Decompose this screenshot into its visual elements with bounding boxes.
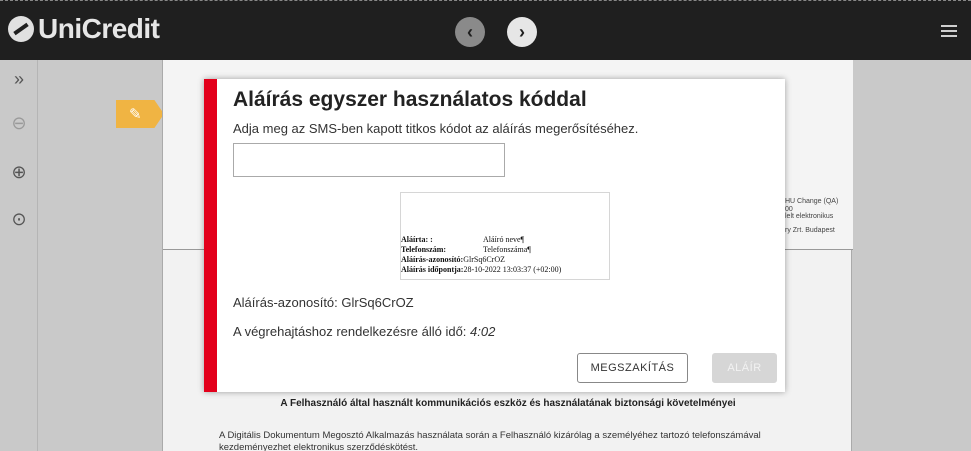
doc-side-text: ry Zrt. Budapest	[785, 227, 835, 234]
dialog-title: Aláírás egyszer használatos kóddal	[233, 88, 587, 111]
document-paragraph: A Digitális Dokumentum Megosztó Alkalmaz…	[219, 430, 761, 451]
sms-code-input[interactable]	[233, 143, 505, 177]
remaining-time-line: A végrehajtáshoz rendelkezésre álló idő:…	[233, 324, 495, 339]
signature-row: Telefonszám: Telefonszáma¶	[401, 245, 531, 254]
remaining-time-value: 4:02	[470, 324, 496, 339]
doc-side-text: lelt elektronikus	[785, 213, 834, 220]
signature-row-key: Aláírta: :	[401, 235, 433, 244]
unicredit-logo-icon	[8, 16, 34, 42]
otp-signature-dialog: Aláírás egyszer használatos kóddal Adja …	[204, 79, 785, 392]
sign-button[interactable]: ALÁÍR	[712, 353, 777, 383]
dialog-accent-bar	[204, 79, 217, 392]
sign-marker-badge[interactable]: ✎	[116, 100, 164, 128]
top-bar: UniCredit ‹ ›	[0, 0, 971, 60]
signature-row: Aláírta: : Aláíró neve¶	[401, 235, 524, 244]
zoom-reset-icon[interactable]: ⊙	[8, 208, 30, 230]
left-toolbar: » ⊖ ⊕ ⊙	[0, 60, 38, 451]
signature-row-value: GlrSq6CrOZ	[463, 255, 505, 264]
next-page-button[interactable]: ›	[507, 17, 537, 47]
signature-row: Aláírás időpontja:28-10-2022 13:03:37 (+…	[401, 265, 561, 274]
signature-row-value: 28-10-2022 13:03:37 (+02:00)	[463, 265, 562, 274]
signature-row-key: Aláírás-azonosító:	[401, 255, 464, 264]
document-section-heading: A Felhasználó által használt kommunikáci…	[280, 398, 736, 409]
chevron-right-icon: ›	[519, 21, 525, 42]
dialog-subtitle: Adja meg az SMS-ben kapott titkos kódot …	[233, 121, 639, 136]
doc-side-text: 00	[785, 206, 793, 213]
doc-side-text: HU Change (QA)	[785, 198, 839, 205]
expand-sidebar-icon[interactable]: »	[8, 68, 30, 90]
unicredit-logo: UniCredit	[8, 13, 160, 45]
logo-text: UniCredit	[38, 13, 160, 44]
remaining-time-label: A végrehajtáshoz rendelkezésre álló idő:	[233, 324, 471, 339]
signature-preview: Aláírta: : Aláíró neve¶ Telefonszám: Telef…	[400, 192, 610, 280]
signature-row-value: Telefonszáma¶	[483, 245, 531, 254]
signature-row-key: Telefonszám:	[401, 245, 447, 254]
zoom-out-icon[interactable]: ⊖	[8, 112, 30, 134]
signature-row-value: Aláíró neve¶	[483, 235, 525, 244]
previous-page-button[interactable]: ‹	[455, 17, 485, 47]
signature-row: Aláírás-azonosító:GlrSq6CrOZ	[401, 255, 505, 264]
pen-icon: ✎	[129, 106, 142, 123]
zoom-in-icon[interactable]: ⊕	[8, 161, 30, 183]
chevron-left-icon: ‹	[467, 21, 473, 42]
cancel-button[interactable]: MEGSZAKÍTÁS	[577, 353, 688, 383]
hamburger-menu-icon[interactable]	[941, 25, 957, 37]
signature-id-line: Aláírás-azonosító: GlrSq6CrOZ	[233, 295, 414, 310]
signature-row-key: Aláírás időpontja:	[401, 265, 464, 274]
